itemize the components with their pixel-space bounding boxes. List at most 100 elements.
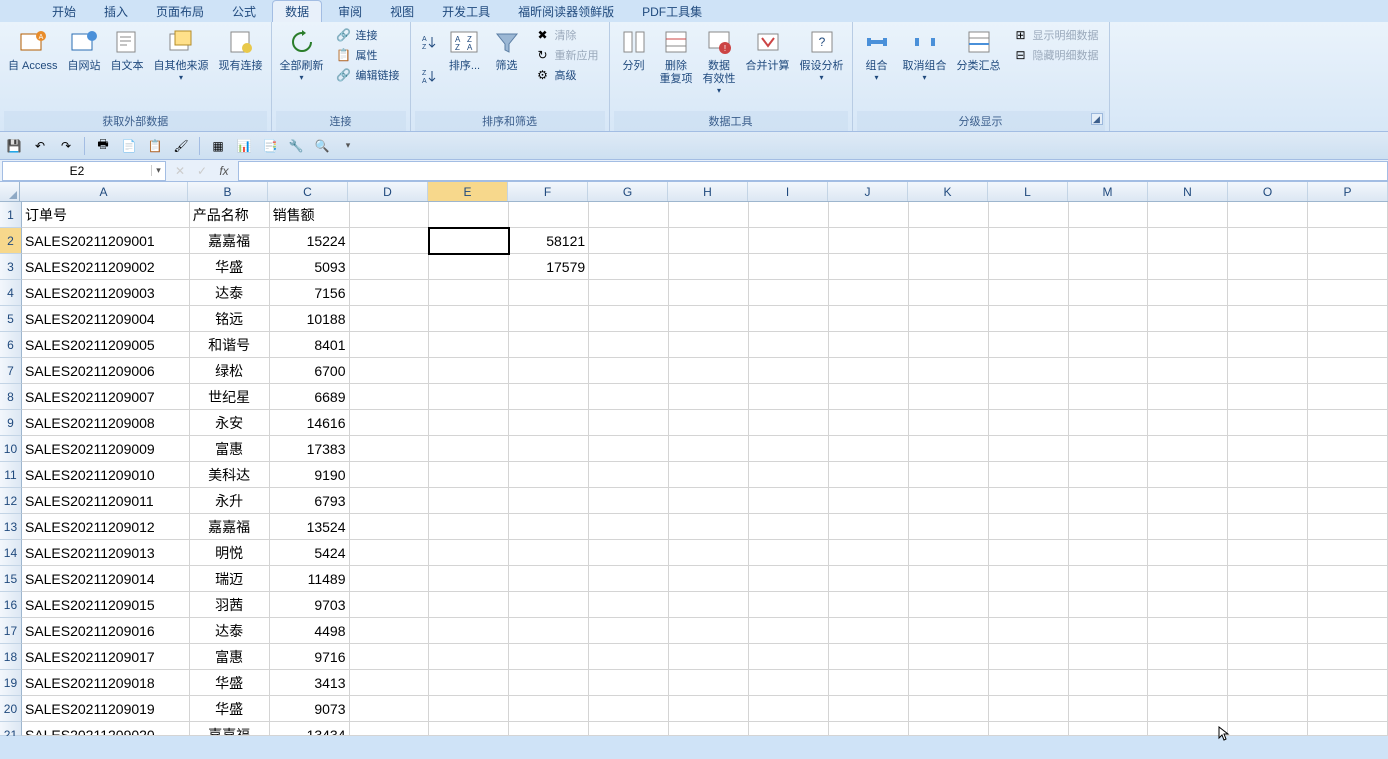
cell-C20[interactable]: 9073 — [270, 696, 350, 722]
cell-E17[interactable] — [429, 618, 509, 644]
cell-J10[interactable] — [829, 436, 909, 462]
cell-I11[interactable] — [749, 462, 829, 488]
from-access-button[interactable]: A 自 Access — [4, 24, 62, 75]
cell-N8[interactable] — [1148, 384, 1228, 410]
cell-I4[interactable] — [749, 280, 829, 306]
cell-N5[interactable] — [1148, 306, 1228, 332]
cell-D2[interactable] — [350, 228, 430, 254]
from-other-button[interactable]: 自其他来源 ▾ — [150, 24, 213, 84]
cell-A13[interactable]: SALES20211209012 — [22, 514, 190, 540]
cell-I8[interactable] — [749, 384, 829, 410]
remove-duplicates-button[interactable]: 删除 重复项 — [656, 24, 697, 88]
cell-A14[interactable]: SALES20211209013 — [22, 540, 190, 566]
cell-F5[interactable] — [509, 306, 589, 332]
cell-G14[interactable] — [589, 540, 669, 566]
cell-L15[interactable] — [989, 566, 1069, 592]
cell-F17[interactable] — [509, 618, 589, 644]
cell-G15[interactable] — [589, 566, 669, 592]
print-preview-button[interactable]: 🖶 — [93, 136, 113, 156]
cell-P17[interactable] — [1308, 618, 1388, 644]
cell-G7[interactable] — [589, 358, 669, 384]
connections-button[interactable]: 🔗 连接 — [332, 26, 404, 44]
cell-E1[interactable] — [429, 202, 509, 228]
cell-I13[interactable] — [749, 514, 829, 540]
qat-customize-button[interactable]: ▾ — [338, 136, 358, 156]
cell-A18[interactable]: SALES20211209017 — [22, 644, 190, 670]
cell-M18[interactable] — [1069, 644, 1149, 670]
cell-H2[interactable] — [669, 228, 749, 254]
cell-J1[interactable] — [829, 202, 909, 228]
menu-tab-6[interactable]: 视图 — [378, 1, 426, 22]
cell-K10[interactable] — [909, 436, 989, 462]
cell-G18[interactable] — [589, 644, 669, 670]
menu-tab-2[interactable]: 页面布局 — [144, 1, 216, 22]
cell-C19[interactable]: 3413 — [270, 670, 350, 696]
cell-B8[interactable]: 世纪星 — [190, 384, 270, 410]
cell-N13[interactable] — [1148, 514, 1228, 540]
row-header-19[interactable]: 19 — [0, 670, 22, 696]
cell-F20[interactable] — [509, 696, 589, 722]
cell-A19[interactable]: SALES20211209018 — [22, 670, 190, 696]
column-header-M[interactable]: M — [1068, 182, 1148, 201]
cell-A8[interactable]: SALES20211209007 — [22, 384, 190, 410]
cell-O18[interactable] — [1228, 644, 1308, 670]
properties-button[interactable]: 📋 属性 — [332, 46, 404, 64]
cell-L9[interactable] — [989, 410, 1069, 436]
cell-I17[interactable] — [749, 618, 829, 644]
cell-E19[interactable] — [429, 670, 509, 696]
row-header-13[interactable]: 13 — [0, 514, 22, 540]
cell-G11[interactable] — [589, 462, 669, 488]
cancel-formula-button[interactable]: ✕ — [170, 162, 190, 180]
cell-E16[interactable] — [429, 592, 509, 618]
cell-F6[interactable] — [509, 332, 589, 358]
menu-tab-9[interactable]: PDF工具集 — [630, 1, 714, 22]
cell-G10[interactable] — [589, 436, 669, 462]
cell-I10[interactable] — [749, 436, 829, 462]
cell-D19[interactable] — [350, 670, 430, 696]
reapply-button[interactable]: ↻ 重新应用 — [531, 46, 603, 64]
cell-I9[interactable] — [749, 410, 829, 436]
cell-P7[interactable] — [1308, 358, 1388, 384]
cell-L10[interactable] — [989, 436, 1069, 462]
cell-J11[interactable] — [829, 462, 909, 488]
cell-L11[interactable] — [989, 462, 1069, 488]
cell-L16[interactable] — [989, 592, 1069, 618]
cell-H7[interactable] — [669, 358, 749, 384]
cell-C3[interactable]: 5093 — [270, 254, 350, 280]
cell-J3[interactable] — [829, 254, 909, 280]
cell-O3[interactable] — [1228, 254, 1308, 280]
cell-G13[interactable] — [589, 514, 669, 540]
cell-C18[interactable]: 9716 — [270, 644, 350, 670]
cell-G6[interactable] — [589, 332, 669, 358]
cell-P19[interactable] — [1308, 670, 1388, 696]
menu-tab-3[interactable]: 公式 — [220, 1, 268, 22]
existing-connections-button[interactable]: 现有连接 — [215, 24, 267, 75]
cell-E9[interactable] — [429, 410, 509, 436]
cell-A11[interactable]: SALES20211209010 — [22, 462, 190, 488]
cell-H9[interactable] — [669, 410, 749, 436]
cell-N15[interactable] — [1148, 566, 1228, 592]
cell-M17[interactable] — [1069, 618, 1149, 644]
fx-button[interactable]: fx — [214, 162, 234, 180]
cell-G19[interactable] — [589, 670, 669, 696]
cell-D9[interactable] — [350, 410, 430, 436]
cell-G12[interactable] — [589, 488, 669, 514]
cell-B21[interactable]: 嘉嘉福 — [190, 722, 270, 736]
cell-A17[interactable]: SALES20211209016 — [22, 618, 190, 644]
cell-L8[interactable] — [989, 384, 1069, 410]
cell-J8[interactable] — [829, 384, 909, 410]
cell-B7[interactable]: 绿松 — [190, 358, 270, 384]
cell-E11[interactable] — [429, 462, 509, 488]
name-box[interactable]: E2 ▾ — [2, 161, 166, 181]
cell-G2[interactable] — [589, 228, 669, 254]
cell-N7[interactable] — [1148, 358, 1228, 384]
cell-N12[interactable] — [1148, 488, 1228, 514]
row-header-6[interactable]: 6 — [0, 332, 22, 358]
row-header-10[interactable]: 10 — [0, 436, 22, 462]
enter-formula-button[interactable]: ✓ — [192, 162, 212, 180]
cell-J17[interactable] — [829, 618, 909, 644]
cell-M15[interactable] — [1069, 566, 1149, 592]
column-header-I[interactable]: I — [748, 182, 828, 201]
cell-C14[interactable]: 5424 — [270, 540, 350, 566]
cell-J16[interactable] — [829, 592, 909, 618]
